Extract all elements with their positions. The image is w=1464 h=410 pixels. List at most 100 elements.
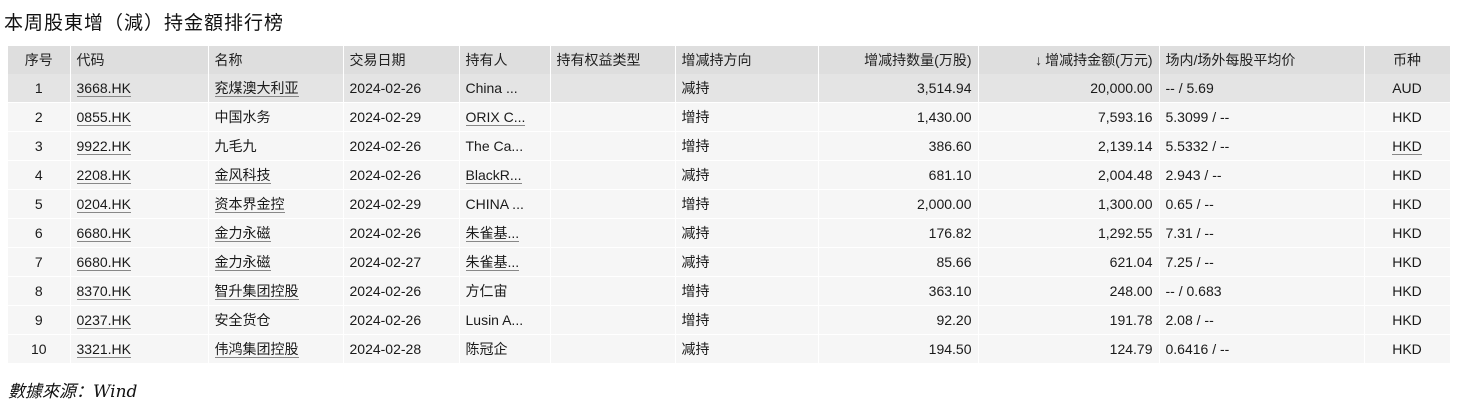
cell-amount: 20,000.00 [978, 74, 1160, 103]
cell-name-link[interactable]: 智升集团控股 [214, 283, 299, 300]
cell-seq: 3 [8, 131, 71, 161]
cell-holder-link[interactable]: 朱雀基... [465, 225, 520, 242]
cell-equity-type [550, 160, 676, 190]
cell-avg-price: 7.31 / -- [1159, 218, 1365, 248]
cell-holder: 朱雀基... [459, 218, 551, 248]
cell-direction: 增持 [675, 131, 819, 161]
cell-direction: 减持 [675, 160, 819, 190]
cell-holder-link[interactable]: 朱雀基... [465, 254, 520, 271]
cell-code-link[interactable]: 0855.HK [76, 109, 131, 126]
cell-date: 2024-02-26 [343, 160, 460, 190]
cell-code: 2208.HK [70, 160, 209, 190]
cell-holder: 陈冠企 [459, 334, 551, 364]
cell-equity-type [550, 334, 676, 364]
table-row[interactable]: 8 8370.HK 智升集团控股 2024-02-26 方仁宙 增持 363.10 248.0… [8, 276, 1451, 306]
cell-avg-price: 7.25 / -- [1159, 247, 1365, 277]
cell-quantity: 363.10 [818, 276, 979, 306]
cell-currency: HKD [1364, 218, 1451, 248]
table-row[interactable]: 9 0237.HK 安全货仓 2024-02-26 Lusin A... 增持 92.20 1… [8, 305, 1451, 335]
cell-name-link[interactable]: 金风科技 [214, 167, 271, 184]
col-header-currency[interactable]: 币种 [1364, 46, 1451, 74]
cell-amount: 1,292.55 [978, 218, 1160, 248]
cell-code-link[interactable]: 3668.HK [76, 80, 131, 97]
cell-direction: 减持 [675, 74, 819, 103]
cell-avg-price: 2.08 / -- [1159, 305, 1365, 335]
cell-code: 3321.HK [70, 334, 209, 364]
cell-currency: HKD [1364, 276, 1451, 306]
col-header-avg-price[interactable]: 场内/场外每股平均价 [1159, 46, 1365, 74]
cell-code-link[interactable]: 3321.HK [76, 341, 131, 358]
col-header-name[interactable]: 名称 [208, 46, 344, 74]
table-row[interactable]: 3 9922.HK 九毛九 2024-02-26 The Ca... 增持 386.60 2,… [8, 131, 1451, 161]
cell-seq: 8 [8, 276, 71, 306]
cell-amount: 2,004.48 [978, 160, 1160, 190]
table-row[interactable]: 2 0855.HK 中国水务 2024-02-29 ORIX C... 增持 1,430.0… [8, 102, 1451, 132]
cell-holder: BlackR... [459, 160, 551, 190]
cell-date: 2024-02-26 [343, 74, 460, 103]
col-header-amount[interactable]: ↓ 增减持金额(万元) [978, 46, 1160, 74]
table-row[interactable]: 5 0204.HK 资本界金控 2024-02-29 CHINA ... 增持 2,000.… [8, 189, 1451, 219]
col-header-holder[interactable]: 持有人 [459, 46, 551, 74]
cell-currency-link[interactable]: HKD [1392, 138, 1422, 155]
cell-direction: 增持 [675, 305, 819, 335]
cell-amount: 7,593.16 [978, 102, 1160, 132]
col-header-date[interactable]: 交易日期 [343, 46, 460, 74]
cell-code: 6680.HK [70, 218, 209, 248]
cell-code-link[interactable]: 2208.HK [76, 167, 131, 184]
cell-name-link[interactable]: 金力永磁 [214, 254, 271, 271]
col-header-seq[interactable]: 序号 [8, 46, 71, 74]
cell-avg-price: 5.3099 / -- [1159, 102, 1365, 132]
cell-seq: 1 [8, 74, 71, 103]
table-row[interactable]: 6 6680.HK 金力永磁 2024-02-26 朱雀基... 减持 176.82 1,29… [8, 218, 1451, 248]
cell-equity-type [550, 305, 676, 335]
cell-code-link[interactable]: 6680.HK [76, 254, 131, 271]
page-title: 本周股東增（減）持金額排行榜 [4, 12, 285, 34]
table-row[interactable]: 1 3668.HK 兖煤澳大利亚 2024-02-26 China ... 减持 3,514… [8, 74, 1451, 103]
cell-holder: The Ca... [459, 131, 551, 161]
cell-holder-link[interactable]: ORIX C... [465, 109, 526, 126]
cell-name-link[interactable]: 伟鸿集团控股 [214, 341, 299, 358]
table-row[interactable]: 10 3321.HK 伟鸿集团控股 2024-02-28 陈冠企 减持 194.50 124.… [8, 334, 1451, 364]
cell-seq: 6 [8, 218, 71, 248]
cell-name: 金力永磁 [208, 247, 344, 277]
col-header-code[interactable]: 代码 [70, 46, 209, 74]
cell-equity-type [550, 189, 676, 219]
cell-name-link[interactable]: 资本界金控 [214, 196, 285, 213]
table-row[interactable]: 7 6680.HK 金力永磁 2024-02-27 朱雀基... 减持 85.66 621.0… [8, 247, 1451, 277]
table-header-row: 序号 代码 名称 交易日期 持有人 持有权益类型 增减持方向 增减持数量(万股)… [8, 46, 1451, 74]
cell-holder-link[interactable]: BlackR... [465, 167, 522, 184]
cell-code-link[interactable]: 8370.HK [76, 283, 131, 300]
cell-code: 0855.HK [70, 102, 209, 132]
cell-seq: 4 [8, 160, 71, 190]
cell-code-link[interactable]: 0237.HK [76, 312, 131, 329]
cell-holder: 方仁宙 [459, 276, 551, 306]
cell-code-link[interactable]: 9922.HK [76, 138, 131, 155]
cell-direction: 增持 [675, 276, 819, 306]
cell-equity-type [550, 218, 676, 248]
cell-quantity: 194.50 [818, 334, 979, 364]
cell-date: 2024-02-29 [343, 189, 460, 219]
col-header-quantity[interactable]: 增减持数量(万股) [818, 46, 979, 74]
cell-name-link[interactable]: 兖煤澳大利亚 [214, 80, 299, 97]
cell-equity-type [550, 276, 676, 306]
cell-code: 3668.HK [70, 74, 209, 103]
cell-code-link[interactable]: 0204.HK [76, 196, 131, 213]
cell-code-link[interactable]: 6680.HK [76, 225, 131, 242]
cell-name-link[interactable]: 金力永磁 [214, 225, 271, 242]
col-header-equity-type[interactable]: 持有权益类型 [550, 46, 676, 74]
sort-desc-icon[interactable]: ↓ [1035, 52, 1042, 68]
cell-seq: 10 [8, 334, 71, 364]
holdings-change-table: 序号 代码 名称 交易日期 持有人 持有权益类型 增减持方向 增减持数量(万股)… [8, 46, 1451, 364]
cell-quantity: 2,000.00 [818, 189, 979, 219]
cell-date: 2024-02-27 [343, 247, 460, 277]
cell-amount: 1,300.00 [978, 189, 1160, 219]
table-row[interactable]: 4 2208.HK 金风科技 2024-02-26 BlackR... 减持 681.10 2… [8, 160, 1451, 190]
cell-quantity: 176.82 [818, 218, 979, 248]
cell-quantity: 386.60 [818, 131, 979, 161]
cell-avg-price: 0.65 / -- [1159, 189, 1365, 219]
col-header-direction[interactable]: 增减持方向 [675, 46, 819, 74]
cell-seq: 9 [8, 305, 71, 335]
cell-equity-type [550, 131, 676, 161]
cell-amount: 621.04 [978, 247, 1160, 277]
cell-name: 伟鸿集团控股 [208, 334, 344, 364]
